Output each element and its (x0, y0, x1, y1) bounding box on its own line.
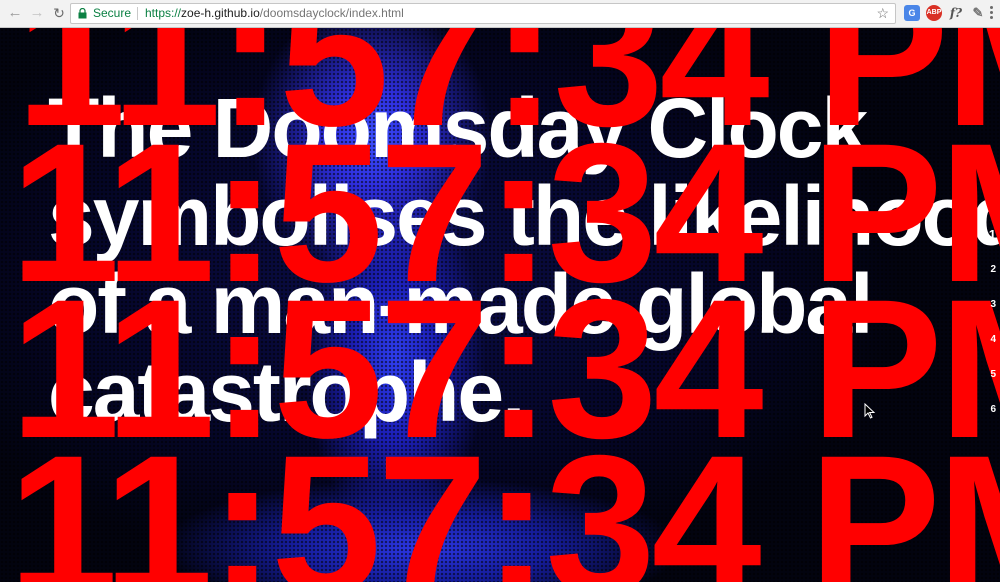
back-arrow-icon[interactable]: ← (6, 4, 24, 22)
url-text[interactable]: https://zoe-h.github.io/doomsdayclock/in… (145, 6, 404, 21)
reload-icon[interactable]: ↻ (50, 4, 68, 22)
clock-time-text: 11:57:34 PM (16, 28, 1000, 132)
font-extension-icon[interactable]: f? (948, 5, 964, 21)
url-protocol: https:// (145, 6, 182, 20)
clock-time-text: 11:57:34 PM (10, 138, 1000, 288)
url-path: /doomsdayclock/index.html (259, 6, 404, 20)
pager-item-1[interactable]: 1 (978, 228, 996, 263)
secure-label[interactable]: Secure (93, 6, 131, 21)
address-bar[interactable]: Secure https://zoe-h.github.io/doomsdayc… (70, 3, 896, 24)
section-pager: 1 2 3 4 5 6 (978, 228, 996, 438)
lock-icon (78, 8, 87, 19)
bookmark-star-icon[interactable]: ☆ (876, 4, 889, 23)
pager-item-4[interactable]: 4 (978, 333, 996, 368)
pager-item-6[interactable]: 6 (978, 403, 996, 438)
url-host: zoe-h.github.io (181, 6, 260, 20)
forward-arrow-icon[interactable]: → (28, 4, 46, 22)
pager-item-2[interactable]: 2 (978, 263, 996, 298)
menu-icon[interactable] (990, 6, 994, 22)
translate-extension-icon[interactable]: G (904, 5, 920, 21)
clock-time-text: 11:57:34 PM (8, 450, 1000, 582)
pager-item-5[interactable]: 5 (978, 368, 996, 403)
omnibox-divider (137, 7, 138, 20)
page-viewport: The Doomsday Clock symbolises the likeli… (0, 28, 1000, 582)
clock-time-text: 11:57:34 PM (10, 294, 1000, 444)
browser-toolbar: ← → ↻ Secure https://zoe-h.github.io/doo… (0, 0, 1000, 28)
pager-item-3[interactable]: 3 (978, 298, 996, 333)
mouse-cursor-icon (864, 403, 876, 419)
adblock-extension-icon[interactable]: ABP (926, 5, 942, 21)
pencil-extension-icon[interactable]: ✎ (970, 5, 986, 21)
